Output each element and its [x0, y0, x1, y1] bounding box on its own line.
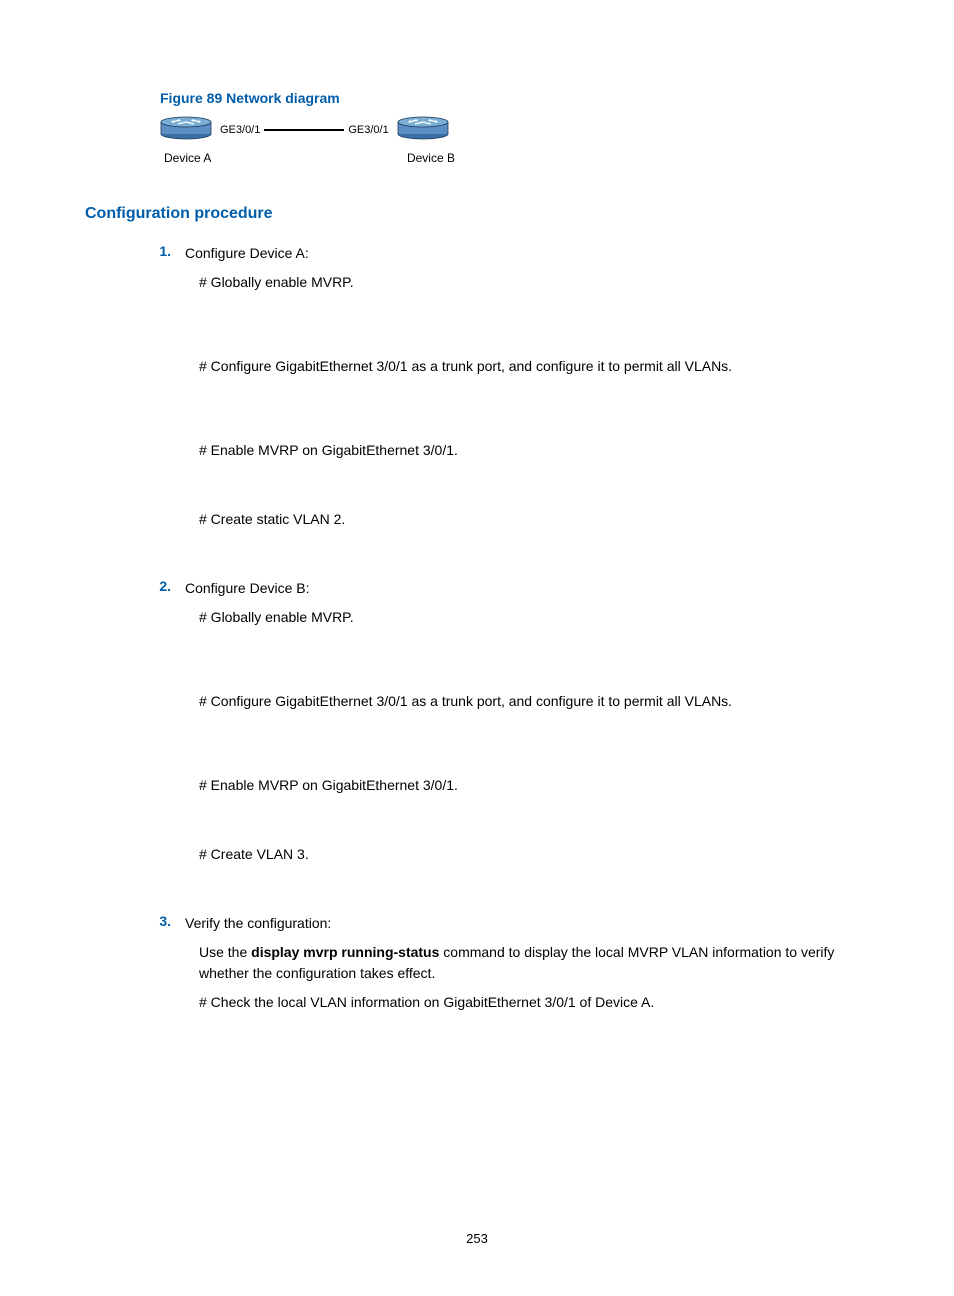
step-3: 3. Verify the configuration:: [155, 913, 869, 934]
step-2-title: Configure Device B:: [185, 578, 869, 599]
verify-pre: Use the: [199, 944, 251, 960]
step-1-number: 1.: [155, 243, 185, 264]
network-diagram: GE3/0/1 GE3/0/1 Device A Device B: [160, 116, 869, 165]
section-heading: Configuration procedure: [85, 205, 869, 223]
step-3-title: Verify the configuration:: [185, 913, 869, 934]
step-1-line-3: # Enable MVRP on GigabitEthernet 3/0/1.: [199, 440, 869, 461]
device-a-label: Device A: [164, 151, 211, 165]
step-1-title: Configure Device A:: [185, 243, 869, 264]
step-1-line-4: # Create static VLAN 2.: [199, 509, 869, 530]
step-2-line-1: # Globally enable MVRP.: [199, 607, 869, 628]
step-3-check: # Check the local VLAN information on Gi…: [199, 992, 869, 1013]
right-interface-label: GE3/0/1: [348, 124, 388, 136]
router-icon-right: [397, 116, 449, 140]
step-2: 2. Configure Device B:: [155, 578, 869, 599]
step-2-line-2: # Configure GigabitEthernet 3/0/1 as a t…: [199, 691, 869, 712]
figure-title: Figure 89 Network diagram: [160, 90, 869, 106]
verify-bold: display mvrp running-status: [251, 944, 439, 960]
step-1: 1. Configure Device A:: [155, 243, 869, 264]
connection-line: [264, 129, 344, 131]
step-1-line-1: # Globally enable MVRP.: [199, 272, 869, 293]
left-interface-label: GE3/0/1: [220, 124, 260, 136]
page-number: 253: [0, 1231, 954, 1246]
step-2-line-4: # Create VLAN 3.: [199, 844, 869, 865]
step-3-number: 3.: [155, 913, 185, 934]
step-1-line-2: # Configure GigabitEthernet 3/0/1 as a t…: [199, 356, 869, 377]
device-b-label: Device B: [407, 151, 455, 165]
step-2-number: 2.: [155, 578, 185, 599]
router-icon-left: [160, 116, 212, 140]
step-2-line-3: # Enable MVRP on GigabitEthernet 3/0/1.: [199, 775, 869, 796]
step-3-verify: Use the display mvrp running-status comm…: [199, 942, 869, 984]
